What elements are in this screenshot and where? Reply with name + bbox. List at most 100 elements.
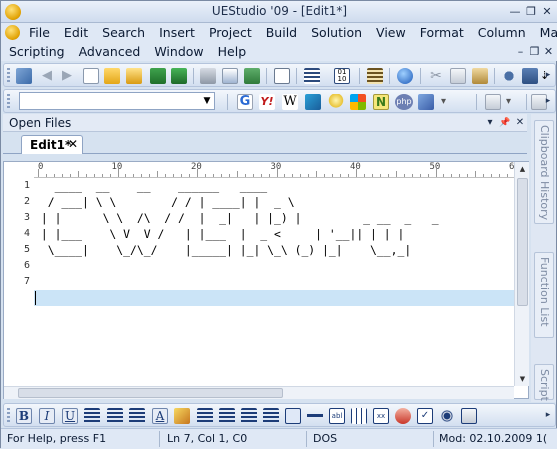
vertical-scrollbar[interactable]: ▲ ▼ [514, 162, 529, 386]
print-icon[interactable] [200, 68, 216, 84]
bold-icon[interactable]: B [16, 408, 32, 424]
align-left-icon[interactable] [197, 408, 213, 424]
find-icon[interactable] [501, 68, 517, 84]
tab-script[interactable]: Script [534, 364, 554, 401]
menu-format[interactable]: Format [413, 24, 471, 42]
checkbox-icon[interactable]: ✓ [417, 408, 433, 424]
menu-solution[interactable]: Solution [304, 24, 369, 42]
justify-icon[interactable] [263, 408, 279, 424]
pane-close-button[interactable]: ✕ [513, 115, 527, 131]
open-project-icon[interactable] [16, 68, 32, 84]
save-icon[interactable] [150, 68, 166, 84]
n-icon[interactable]: N [373, 94, 389, 110]
abl-icon[interactable]: abl [329, 408, 345, 424]
word-wrap-icon[interactable] [304, 68, 320, 84]
horizontal-scroll-thumb[interactable] [18, 388, 283, 398]
yahoo-icon[interactable]: Y! [259, 94, 275, 110]
menu-search[interactable]: Search [95, 24, 152, 42]
minimize-button[interactable]: — [507, 4, 523, 19]
microsoft-icon[interactable] [350, 94, 366, 110]
menu-scripting[interactable]: Scripting [2, 43, 72, 61]
paste-icon[interactable] [472, 68, 488, 84]
toolbar-overflow-button[interactable]: ▸ [543, 66, 553, 84]
align-center-icon[interactable] [219, 408, 235, 424]
status-cursor-position[interactable]: Ln 7, Col 1, C0 [167, 432, 247, 445]
toolbar-grip[interactable] [7, 94, 10, 109]
highlight-icon[interactable] [174, 408, 190, 424]
insert-link-icon[interactable] [285, 408, 301, 424]
menu-view[interactable]: View [369, 24, 413, 42]
menu-file[interactable]: File [22, 24, 57, 42]
horizontal-scrollbar[interactable] [4, 386, 514, 399]
hex-mode-icon[interactable]: 01 10 [334, 68, 350, 84]
menu-project[interactable]: Project [202, 24, 259, 42]
clipboard-icon[interactable] [485, 94, 501, 110]
bulb-icon[interactable] [328, 94, 344, 110]
save-all-icon[interactable] [171, 68, 187, 84]
menu-window[interactable]: Window [147, 43, 210, 61]
dictionary-icon[interactable] [305, 94, 321, 110]
toolbar-overflow-button[interactable]: ▸ [543, 92, 553, 110]
copy-icon[interactable] [450, 68, 466, 84]
underline-icon[interactable]: U [62, 408, 78, 424]
text-color-icon[interactable]: A [152, 408, 168, 424]
jquery-icon[interactable] [418, 94, 434, 110]
title-bar[interactable]: UEStudio '09 - [Edit1*] — ❐ ✕ [1, 1, 557, 23]
file-properties-icon[interactable] [274, 68, 290, 84]
table-icon[interactable] [351, 408, 367, 424]
align-right-icon[interactable] [241, 408, 257, 424]
mdi-close-button[interactable]: ✕ [542, 44, 555, 60]
numbered-list-icon[interactable] [129, 408, 145, 424]
menu-build[interactable]: Build [259, 24, 304, 42]
tab-clipboard-history[interactable]: Clipboard History [534, 120, 554, 224]
print-preview-icon[interactable] [222, 68, 238, 84]
menu-insert[interactable]: Insert [152, 24, 202, 42]
status-line-ending[interactable]: DOS [313, 432, 337, 445]
bullet-list-icon[interactable] [107, 408, 123, 424]
google-icon[interactable]: G [237, 94, 253, 110]
vertical-scroll-thumb[interactable] [517, 178, 528, 306]
cut-icon[interactable]: ✂ [428, 68, 444, 84]
chevron-icon[interactable]: ▾ [441, 94, 457, 110]
xx-icon[interactable]: xx [373, 408, 389, 424]
excel-icon[interactable] [244, 68, 260, 84]
php-icon[interactable]: php [395, 94, 413, 110]
restore-button[interactable]: ❐ [523, 4, 539, 19]
wikipedia-icon[interactable]: W [282, 94, 298, 110]
indent-icon[interactable] [84, 408, 100, 424]
tab-edit1[interactable]: Edit1* ✕ [21, 135, 83, 154]
menu-macro[interactable]: Macro [533, 24, 557, 42]
web-search-input[interactable] [20, 93, 198, 109]
toolbar-grip[interactable] [7, 68, 10, 83]
replace-icon[interactable] [522, 68, 538, 84]
toolbar-overflow-button[interactable]: ▸ [543, 406, 553, 424]
overflow-icon[interactable]: ▾ [506, 94, 522, 110]
line-numbers-icon[interactable] [367, 68, 383, 84]
hr-icon[interactable] [307, 408, 323, 424]
open-folder-icon[interactable] [104, 68, 120, 84]
menu-column[interactable]: Column [471, 24, 533, 42]
pane-dropdown-button[interactable]: ▾ [483, 115, 497, 131]
forward-icon[interactable]: ▶ [59, 68, 75, 84]
menu-edit[interactable]: Edit [57, 24, 95, 42]
mdi-restore-button[interactable]: ❐ [528, 44, 541, 60]
close-button[interactable]: ✕ [539, 4, 555, 19]
web-browser-icon[interactable] [397, 68, 413, 84]
menu-advanced[interactable]: Advanced [72, 43, 148, 61]
button-icon[interactable] [461, 408, 477, 424]
menu-help[interactable]: Help [211, 43, 254, 61]
back-icon[interactable]: ◀ [39, 68, 55, 84]
toolbar-grip[interactable] [7, 408, 10, 423]
web-search-combobox[interactable]: ▼ [19, 92, 215, 110]
pin-icon[interactable]: 📌 [498, 115, 512, 131]
scroll-up-icon[interactable]: ▲ [515, 162, 530, 176]
document-icon[interactable] [5, 25, 20, 40]
italic-icon[interactable]: I [39, 408, 55, 424]
scroll-down-icon[interactable]: ▼ [515, 372, 530, 386]
open-file-icon[interactable] [126, 68, 142, 84]
editor-area[interactable]: 0 10 20 30 40 50 6 1 2 3 4 5 6 7 ____ __ __ __… [3, 161, 529, 399]
new-file-icon[interactable] [83, 68, 99, 84]
chevron-down-icon[interactable]: ▼ [200, 93, 214, 109]
tab-close-icon[interactable]: ✕ [68, 137, 78, 151]
mdi-minimize-button[interactable]: – [514, 44, 527, 60]
